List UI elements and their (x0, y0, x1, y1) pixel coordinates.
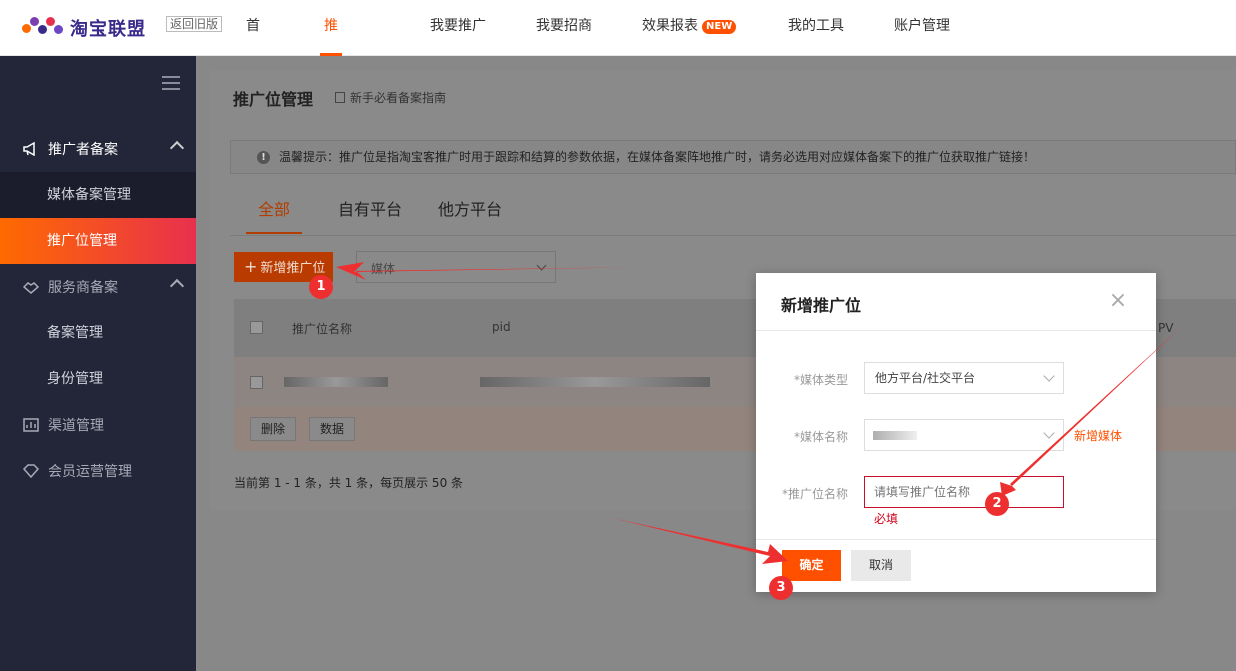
warning-icon: ! (257, 151, 270, 164)
tip-text: 温馨提示：推广位是指淘宝客推广时用于跟踪和结算的参数依据，在媒体备案阵地推广时，… (279, 150, 1036, 164)
nav-promotion-manage[interactable]: 推广管理 (320, 0, 342, 190)
redacted-pid (480, 377, 710, 387)
step-badge-2: 2 (985, 492, 1009, 516)
step-badge-3: 3 (769, 576, 793, 600)
media-name-select[interactable] (864, 419, 1064, 451)
plus-icon: + (244, 257, 258, 276)
handshake-icon (22, 282, 40, 294)
sidebar-item-placement[interactable]: 推广位管理 (0, 218, 196, 264)
sidebar-group-service[interactable]: 服务商备案 (0, 264, 196, 310)
old-version-label: 返回旧版 (166, 16, 223, 32)
new-badge: NEW (702, 20, 737, 34)
book-icon (335, 92, 345, 103)
nav-account[interactable]: 账户管理 (894, 0, 950, 56)
close-icon[interactable]: × (1108, 290, 1128, 312)
sidebar-group-channel[interactable]: 渠道管理 (0, 402, 196, 448)
page-title: 推广位管理 (233, 90, 314, 109)
brand-logo[interactable]: 淘宝联盟 (22, 14, 146, 42)
nav-reports-label: 效果报表 (642, 18, 698, 34)
sidebar-group-member[interactable]: 会员运营管理 (0, 448, 196, 494)
menu-toggle-icon[interactable] (162, 76, 180, 90)
step-badge-1: 1 (309, 275, 333, 299)
row-checkbox[interactable] (250, 376, 263, 389)
sidebar: 推广者备案 媒体备案管理 推广位管理 服务商备案 备案管理 身份管理 渠道管理 … (0, 56, 196, 671)
sidebar-group-label: 推广者备案 (48, 142, 118, 158)
sidebar-group-promoter[interactable]: 推广者备案 (0, 126, 196, 172)
chevron-down-icon (1043, 370, 1055, 382)
nav-reports[interactable]: 效果报表 NEW (642, 0, 737, 56)
pagination-info: 当前第 1 - 1 条，共 1 条，每页展示 50 条 (234, 476, 464, 490)
dialog-title: 新增推广位 (781, 296, 862, 315)
tab-divider (230, 235, 1236, 236)
dialog-divider (756, 539, 1156, 540)
add-placement-label: 新增推广位 (260, 261, 326, 276)
chevron-down-icon (1043, 427, 1055, 439)
diamond-icon (22, 464, 40, 479)
chevron-up-icon (169, 140, 185, 156)
nav-home[interactable]: 首页 (246, 0, 260, 86)
add-placement-dialog: 新增推广位 × *媒体类型 他方平台/社交平台 *媒体名称 新增媒体 *推广位名… (756, 273, 1156, 592)
tabs: 全部 自有平台 他方平台 (234, 196, 538, 236)
col-pv: PV (1158, 321, 1174, 335)
placement-name-label: *推广位名称 (781, 487, 848, 501)
tab-third-party[interactable]: 他方平台 (438, 196, 502, 236)
delete-button[interactable]: 删除 (250, 417, 297, 441)
sidebar-group-label: 会员运营管理 (48, 464, 132, 480)
sidebar-group-label: 服务商备案 (48, 280, 118, 296)
new-media-link[interactable]: 新增媒体 (1074, 427, 1122, 444)
media-type-value: 他方平台/社交平台 (875, 371, 976, 385)
confirm-button[interactable]: 确定 (782, 550, 841, 581)
placement-name-input[interactable] (864, 476, 1064, 508)
top-navbar: 淘宝联盟 返回旧版 首页 推广管理 我要推广 我要招商 效果报表 NEW 我的工具… (0, 0, 1236, 190)
media-name-label: *媒体名称 (793, 430, 848, 444)
filter-value: 媒体 (371, 262, 396, 276)
tab-own-platform[interactable]: 自有平台 (338, 196, 402, 236)
guide-link-label: 新手必看备案指南 (350, 91, 447, 105)
chart-icon (23, 418, 39, 432)
chevron-down-icon (536, 260, 547, 271)
select-all-checkbox[interactable] (250, 321, 263, 334)
logo-icon (22, 17, 64, 39)
redacted-name (284, 377, 388, 387)
nav-promote[interactable]: 我要推广 (430, 0, 486, 56)
media-filter-select[interactable]: 媒体 (356, 251, 556, 283)
logo-text: 淘宝联盟 (70, 19, 146, 40)
nav-tools[interactable]: 我的工具 (788, 0, 844, 56)
sidebar-item-identity[interactable]: 身份管理 (0, 356, 196, 402)
required-error: 必填 (874, 512, 899, 526)
old-version-link[interactable]: 返回旧版 (160, 16, 223, 32)
media-type-label: *媒体类型 (793, 373, 848, 387)
col-pid: pid (492, 320, 511, 334)
dialog-divider (756, 330, 1156, 331)
sidebar-group-label: 渠道管理 (48, 418, 104, 434)
megaphone-icon (23, 141, 35, 157)
data-button[interactable]: 数据 (309, 417, 356, 441)
nav-merchant[interactable]: 我要招商 (536, 0, 592, 56)
cancel-button[interactable]: 取消 (851, 550, 911, 581)
redacted-media-name (873, 431, 917, 440)
guide-link[interactable]: 新手必看备案指南 (335, 89, 446, 106)
chevron-up-icon (169, 278, 185, 294)
sidebar-item-filing-manage[interactable]: 备案管理 (0, 310, 196, 356)
col-placement-name: 推广位名称 (292, 322, 353, 336)
tab-all[interactable]: 全部 (245, 196, 303, 236)
sidebar-item-media-filing[interactable]: 媒体备案管理 (0, 172, 196, 218)
tip-banner: ! 温馨提示：推广位是指淘宝客推广时用于跟踪和结算的参数依据，在媒体备案阵地推广… (230, 140, 1236, 174)
media-type-select[interactable]: 他方平台/社交平台 (864, 362, 1064, 394)
